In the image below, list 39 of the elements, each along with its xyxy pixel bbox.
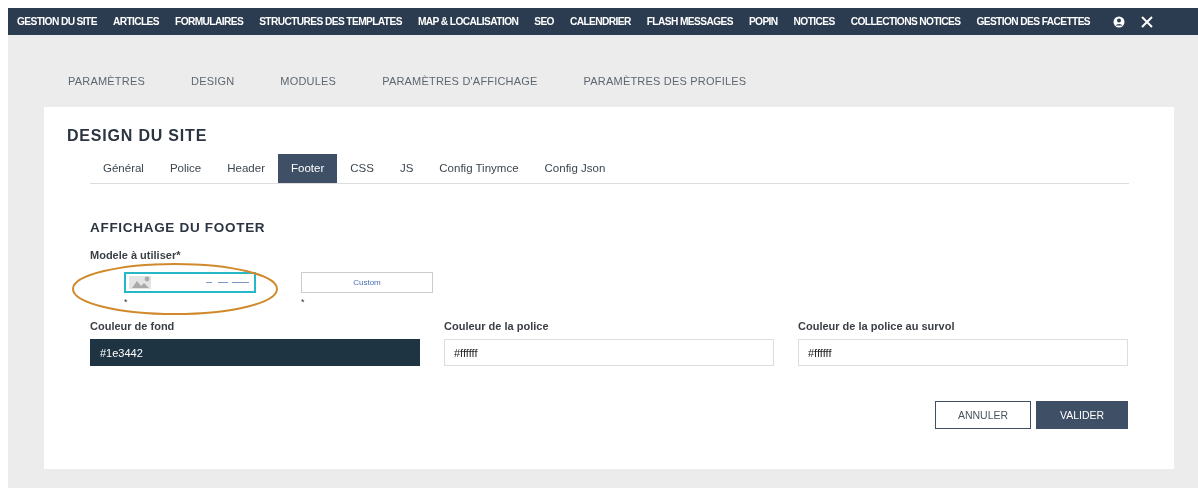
field-label: Couleur de fond	[90, 320, 176, 332]
required-mark: *	[124, 297, 129, 307]
field-label: Couleur de la police au survol	[798, 320, 956, 332]
required-mark: *	[301, 297, 306, 307]
nav-link[interactable]: FLASH MESSAGES	[646, 16, 733, 27]
color-field[interactable]: #ffffff	[798, 339, 1128, 366]
subsection-tab[interactable]: CSS	[337, 154, 387, 183]
field-label: Modele à utiliser*	[90, 249, 182, 261]
subsection-tab[interactable]: Footer	[277, 154, 338, 183]
section-title: AFFICHAGE DU FOOTER	[90, 220, 267, 235]
subsection-tab[interactable]: Header	[214, 154, 278, 183]
nav-link[interactable]: GESTION DES FACETTES	[976, 16, 1091, 27]
page-title: DESIGN DU SITE	[67, 127, 209, 145]
subsection-tab[interactable]: Config Json	[531, 154, 619, 183]
field-label: Couleur de la police	[444, 320, 550, 332]
nav-link[interactable]: GESTION DU SITE	[17, 16, 97, 27]
nav-link[interactable]: NOTICES	[793, 16, 835, 27]
color-field[interactable]: #1e3442	[90, 339, 420, 366]
nav-link[interactable]: CALENDRIER	[569, 16, 631, 27]
subsection-tab[interactable]: Général	[90, 154, 157, 183]
nav-link[interactable]: ARTICLES	[112, 16, 159, 27]
settings-tab[interactable]: MODULES	[280, 75, 337, 103]
settings-tab[interactable]: DESIGN	[191, 75, 235, 103]
nav-link[interactable]: SEO	[534, 16, 554, 27]
color-field[interactable]: #ffffff	[444, 339, 774, 366]
subsection-tab[interactable]: Config Tinymce	[426, 154, 532, 183]
settings-tab[interactable]: PARAMÈTRES D'AFFICHAGE	[382, 75, 538, 103]
nav-link[interactable]: COLLECTIONS NOTICES	[850, 16, 961, 27]
footer-model-option[interactable]: Custom	[301, 272, 433, 293]
settings-tab[interactable]: PARAMÈTRES	[68, 75, 145, 103]
submit-button[interactable]: VALIDER	[1036, 401, 1128, 429]
nav-link[interactable]: POPIN	[748, 16, 778, 27]
cancel-button[interactable]: ANNULER	[935, 401, 1031, 429]
nav-link[interactable]: FORMULAIRES	[175, 16, 244, 27]
nav-link[interactable]: STRUCTURES DES TEMPLATES	[259, 16, 402, 27]
subsection-tab[interactable]: Police	[156, 154, 215, 183]
subsection-tab[interactable]: JS	[386, 154, 427, 183]
settings-tab[interactable]: PARAMÈTRES DES PROFILES	[583, 75, 747, 103]
nav-link[interactable]: MAP & LOCALISATION	[417, 16, 519, 27]
